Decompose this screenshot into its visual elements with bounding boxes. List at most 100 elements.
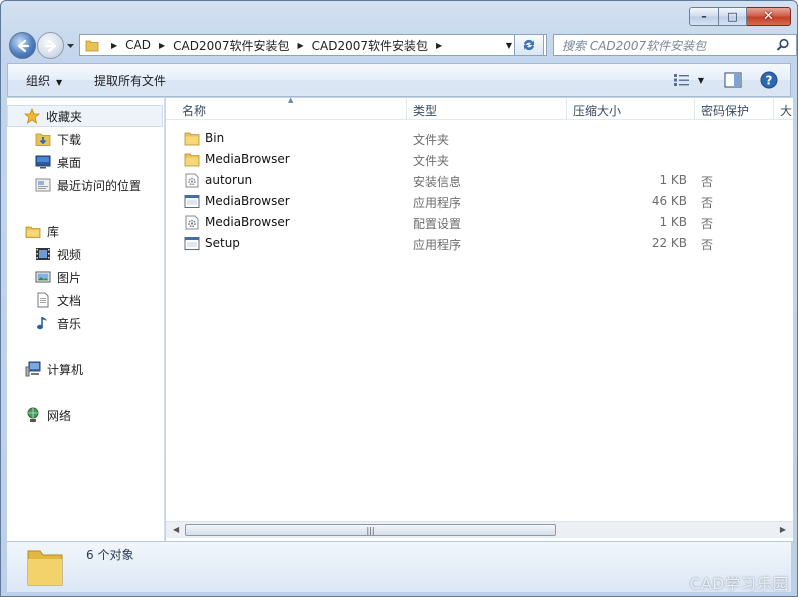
preview-pane-icon[interactable] [724,72,742,88]
video-icon [35,246,51,262]
column-divider[interactable] [566,98,567,120]
breadcrumb-item[interactable]: CAD2007软件安装包 [173,37,289,54]
file-type: 应用程序 [413,238,462,252]
navigation-bar: ▶ CAD ▶ CAD2007软件安装包 ▶ CAD2007软件安装包 ▶ ▼ … [7,31,797,59]
file-row[interactable]: autorun 安装信息 1 KB 否 [166,170,793,191]
organize-label: 组织 [26,74,51,88]
nav-item-pictures[interactable]: 图片 [35,266,81,288]
column-type[interactable]: 类型 [413,102,437,119]
file-row[interactable]: MediaBrowser 文件夹 [166,149,793,170]
nav-item-downloads[interactable]: 下载 [35,128,81,150]
file-size: 22 KB [651,236,687,250]
nav-label: 计算机 [47,362,84,377]
recent-pages-chevron-icon[interactable] [66,41,75,50]
column-divider[interactable] [406,98,407,120]
nav-favorites[interactable]: 收藏夹 [7,105,163,127]
breadcrumb-item[interactable]: CAD2007软件安装包 [312,37,428,54]
nav-network[interactable]: 网络 [25,404,71,426]
application-icon [184,195,200,208]
file-type: 配置设置 [413,217,462,231]
folder-icon [184,132,200,146]
arrow-left-icon [17,39,29,52]
file-protected: 否 [701,217,714,231]
documents-icon [35,292,51,308]
file-row[interactable]: Setup 应用程序 22 KB 否 [166,233,793,254]
column-divider[interactable] [694,98,695,120]
file-protected: 否 [701,238,714,252]
nav-label: 最近访问的位置 [57,178,142,193]
file-type: 文件夹 [413,154,450,168]
address-bar[interactable]: ▶ CAD ▶ CAD2007软件安装包 ▶ CAD2007软件安装包 ▶ ▼ [79,34,547,56]
file-name: Bin [205,131,225,145]
pictures-icon [35,269,51,285]
command-bar: 组织 ▼ 提取所有文件 ▼ ? [7,63,791,97]
horizontal-scrollbar[interactable]: ◀ ||| ▶ [166,521,793,538]
nav-item-desktop[interactable]: 桌面 [35,151,81,173]
address-dropdown-icon[interactable]: ▼ [506,41,512,50]
star-icon [24,108,40,124]
column-size[interactable]: 大 [780,102,792,119]
minimize-button[interactable]: – [689,7,719,26]
nav-item-music[interactable]: 音乐 [35,312,81,334]
file-name: Setup [205,236,240,250]
search-placeholder: 搜索 CAD2007软件安装包 [562,38,707,53]
nav-item-videos[interactable]: 视频 [35,243,81,265]
scroll-left-icon[interactable]: ◀ [173,525,179,534]
network-icon [25,407,41,423]
organize-button[interactable]: 组织 ▼ [26,72,62,89]
file-row[interactable]: Bin 文件夹 [166,128,793,149]
file-row[interactable]: MediaBrowser 应用程序 46 KB 否 [166,191,793,212]
column-password-protected[interactable]: 密码保护 [701,102,749,119]
column-divider[interactable] [773,98,774,120]
column-compressed-size[interactable]: 压缩大小 [573,102,621,119]
nav-label: 网络 [47,408,72,423]
nav-label: 收藏夹 [46,109,83,124]
breadcrumb-item[interactable]: CAD [125,38,151,52]
config-settings-icon [185,215,199,230]
library-icon [25,223,41,239]
search-icon[interactable] [776,38,790,52]
folder-icon [184,153,200,167]
maximize-button[interactable]: □ [719,7,747,26]
scrollbar-thumb[interactable]: ||| [185,524,556,536]
nav-label: 下载 [57,132,82,147]
breadcrumb-separator-icon[interactable]: ▶ [111,41,117,50]
column-header: ▲ 名称 类型 压缩大小 密码保护 大 [166,96,793,120]
maximize-icon: □ [727,10,738,23]
file-size: 1 KB [659,215,687,229]
nav-computer[interactable]: 计算机 [25,358,83,380]
file-size: 1 KB [659,173,687,187]
back-button[interactable] [9,32,36,59]
nav-libraries[interactable]: 库 [25,220,59,242]
refresh-button[interactable] [514,34,544,56]
minimize-icon: – [701,10,707,23]
item-count: 6 个对象 [86,548,134,562]
folder-icon [27,550,63,586]
nav-item-recent-places[interactable]: 最近访问的位置 [35,174,141,196]
folder-icon [85,40,99,51]
details-pane: 6 个对象 [7,541,791,592]
breadcrumb-separator-icon[interactable]: ▶ [436,41,442,50]
forward-button[interactable] [37,32,64,59]
column-name[interactable]: 名称 [182,102,206,119]
nav-label: 视频 [57,247,82,262]
arrow-right-icon [44,39,56,52]
nav-item-documents[interactable]: 文档 [35,289,81,311]
scroll-right-icon[interactable]: ▶ [780,525,786,534]
breadcrumb-separator-icon[interactable]: ▶ [159,41,165,50]
chevron-down-icon[interactable]: ▼ [698,76,704,85]
watermark: CAD学习乐园 [689,575,789,593]
extract-all-button[interactable]: 提取所有文件 [94,72,166,89]
search-input[interactable]: 搜索 CAD2007软件安装包 [553,34,797,56]
breadcrumb: ▶ CAD ▶ CAD2007软件安装包 ▶ CAD2007软件安装包 ▶ [103,37,450,54]
breadcrumb-separator-icon[interactable]: ▶ [298,41,304,50]
view-options-icon[interactable] [673,74,690,86]
file-row[interactable]: MediaBrowser 配置设置 1 KB 否 [166,212,793,233]
file-name: MediaBrowser [205,194,290,208]
close-button[interactable]: ✕ [747,7,791,26]
file-protected: 否 [701,175,714,189]
refresh-icon [524,39,534,51]
help-icon[interactable]: ? [760,71,778,89]
nav-label: 音乐 [57,316,82,331]
explorer-window: – □ ✕ ▶ CAD ▶ CAD2007软件安装包 ▶ CAD2007软件安装… [0,0,798,597]
